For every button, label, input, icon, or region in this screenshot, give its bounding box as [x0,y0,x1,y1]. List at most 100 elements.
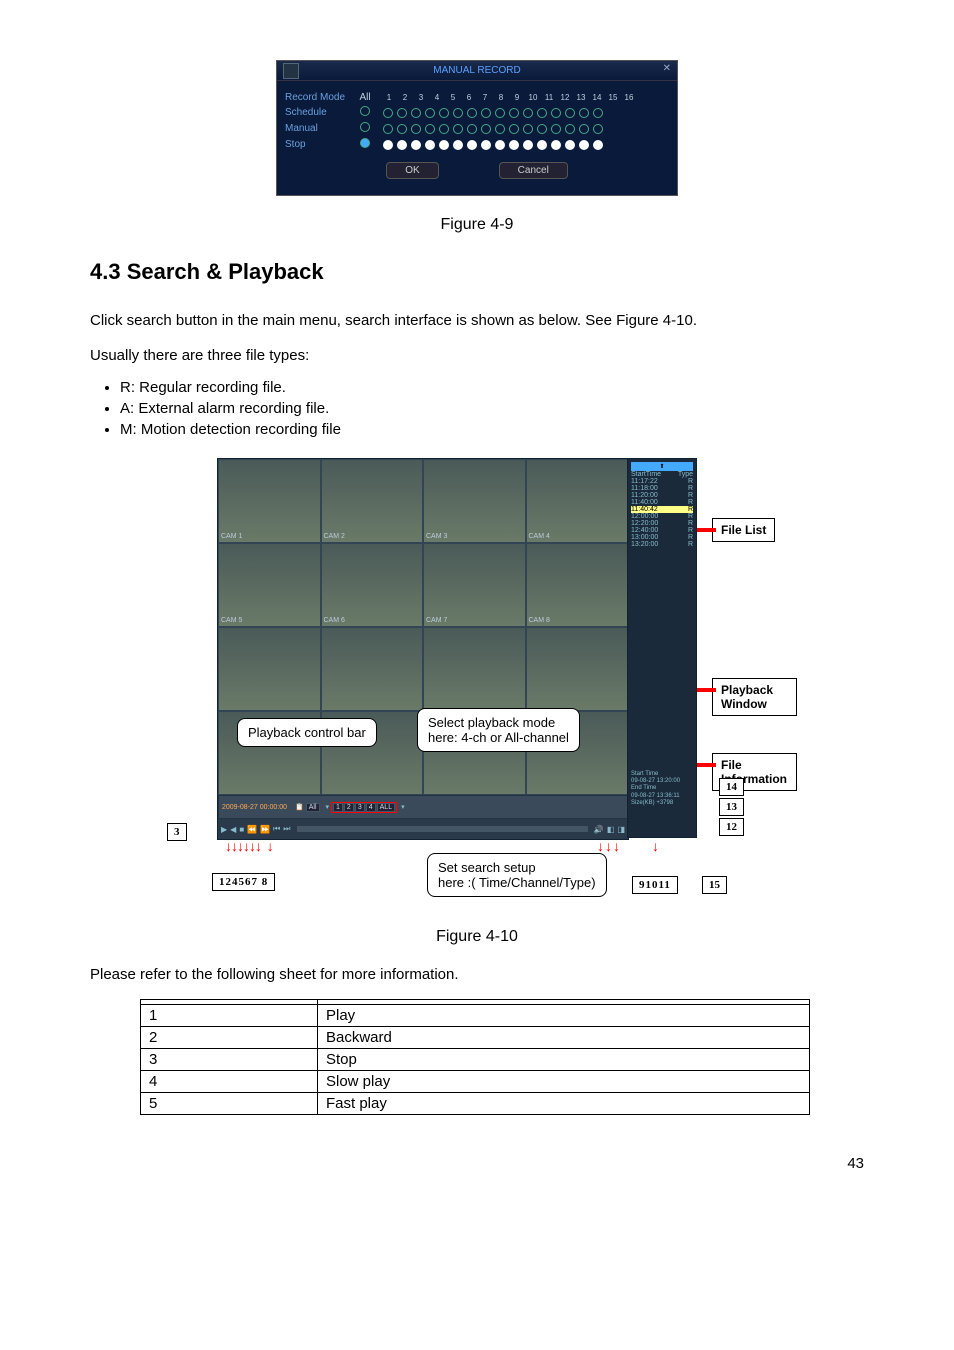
camera-cell[interactable] [218,627,321,711]
camera-cell[interactable]: CAM 7 [423,543,526,627]
channel-radio[interactable] [551,140,561,150]
channel-radio[interactable] [579,108,589,118]
close-icon[interactable]: ✕ [663,63,671,74]
backward-icon[interactable]: ◀ [230,825,236,834]
channel-radio[interactable] [523,124,533,134]
channel-radio[interactable] [383,124,393,134]
channel-radio[interactable] [509,140,519,150]
channel-radio[interactable] [593,108,603,118]
progress-slider[interactable] [297,826,588,832]
camera-cell[interactable]: CAM 4 [526,459,629,543]
manual-circles [383,124,603,134]
channel-radio[interactable] [509,124,519,134]
other-icon[interactable]: ◨ [617,825,625,834]
figure-9-caption: Figure 4-9 [90,216,864,234]
channel-radio[interactable] [537,124,547,134]
channel-radio[interactable] [453,108,463,118]
schedule-circles [383,108,603,118]
cancel-button[interactable]: Cancel [499,162,568,179]
channel-radio[interactable] [551,108,561,118]
camera-cell[interactable] [526,627,629,711]
file-list-row[interactable]: 12:00:00R [631,513,693,520]
channel-radio[interactable] [481,140,491,150]
channel-radio[interactable] [565,124,575,134]
channel-radio[interactable] [565,140,575,150]
camera-cell[interactable] [423,627,526,711]
channel-radio[interactable] [579,124,589,134]
fast-icon[interactable]: ⏩ [260,825,270,834]
channel-radio[interactable] [383,140,393,150]
stop-circles [383,140,603,150]
file-list-row[interactable]: 11:40:42R [631,506,693,513]
channel-radio[interactable] [495,124,505,134]
channel-radio[interactable] [509,108,519,118]
camera-cell[interactable]: CAM 3 [423,459,526,543]
channel-radio[interactable] [411,108,421,118]
camera-cell[interactable] [321,627,424,711]
play-icon[interactable]: ▶ [221,825,227,834]
red-arrows: ↓↓↓ [597,838,621,854]
dialog-title-bar: MANUAL RECORD ✕ [277,61,677,81]
camera-cell[interactable]: CAM 6 [321,543,424,627]
channel-radio[interactable] [439,108,449,118]
channel-radio[interactable] [579,140,589,150]
file-list-row[interactable]: 11:40:00R [631,499,693,506]
channel-radio[interactable] [467,108,477,118]
file-list-row[interactable]: 11:17:22R [631,478,693,485]
channel-radio[interactable] [593,124,603,134]
channel-radio[interactable] [425,124,435,134]
channel-radio[interactable] [425,140,435,150]
channel-radio[interactable] [523,108,533,118]
channel-radio[interactable] [453,140,463,150]
channel-radio[interactable] [383,108,393,118]
slow-icon[interactable]: ⏪ [247,825,257,834]
callout-search-setup: Set search setup here :( Time/Channel/Ty… [427,853,607,897]
channel-radio[interactable] [411,124,421,134]
schedule-all-radio[interactable] [360,106,370,116]
channel-radio[interactable] [397,124,407,134]
prev-icon[interactable]: ⏮ [273,824,280,834]
playback-control-bar[interactable]: ▶ ◀ ■ ⏪ ⏩ ⏮ ⏭ 🔊 ◧ ◨ [218,819,628,839]
file-list-row[interactable]: 11:20:00R [631,492,693,499]
channel-radio[interactable] [397,108,407,118]
channel-radio[interactable] [467,124,477,134]
channel-radio[interactable] [439,124,449,134]
camera-cell[interactable]: CAM 5 [218,543,321,627]
channel-radio[interactable] [551,124,561,134]
file-list-row[interactable]: 12:20:00R [631,520,693,527]
channel-radio[interactable] [481,124,491,134]
channel-radio[interactable] [537,108,547,118]
channel-radio[interactable] [467,140,477,150]
other-icon[interactable]: ◧ [607,825,615,834]
ok-button[interactable]: OK [386,162,438,179]
file-list-label: File List [712,518,775,542]
file-list-row[interactable]: 11:18:00R [631,485,693,492]
channel-radio[interactable] [397,140,407,150]
channel-radio[interactable] [453,124,463,134]
channel-radio[interactable] [593,140,603,150]
channel-radio[interactable] [425,108,435,118]
schedule-label: Schedule [285,107,355,118]
search-bar[interactable]: 2009-08-27 00:00:00 📋 All ▾ 1 2 3 4 ALL … [218,795,628,819]
channel-radio[interactable] [523,140,533,150]
file-list-row[interactable]: 13:20:00R [631,541,693,548]
channel-radio[interactable] [495,108,505,118]
file-list-row[interactable]: 12:40:00R [631,527,693,534]
channel-radio[interactable] [495,140,505,150]
playback-window: CAM 1 CAM 2 CAM 3 CAM 4 CAM 5 CAM 6 CAM … [217,458,629,840]
camera-cell[interactable]: CAM 1 [218,459,321,543]
stop-icon[interactable]: ■ [239,825,244,834]
camera-cell[interactable]: CAM 2 [321,459,424,543]
file-list-row[interactable]: 13:00:00R [631,534,693,541]
channel-radio[interactable] [565,108,575,118]
callout-playback-mode: Select playback mode here: 4-ch or All-c… [417,708,580,752]
camera-cell[interactable]: CAM 8 [526,543,629,627]
vol-icon[interactable]: 🔊 [594,825,604,834]
channel-radio[interactable] [411,140,421,150]
stop-all-radio[interactable] [360,138,370,148]
next-icon[interactable]: ⏭ [283,824,290,834]
channel-radio[interactable] [481,108,491,118]
manual-all-radio[interactable] [360,122,370,132]
channel-radio[interactable] [439,140,449,150]
channel-radio[interactable] [537,140,547,150]
